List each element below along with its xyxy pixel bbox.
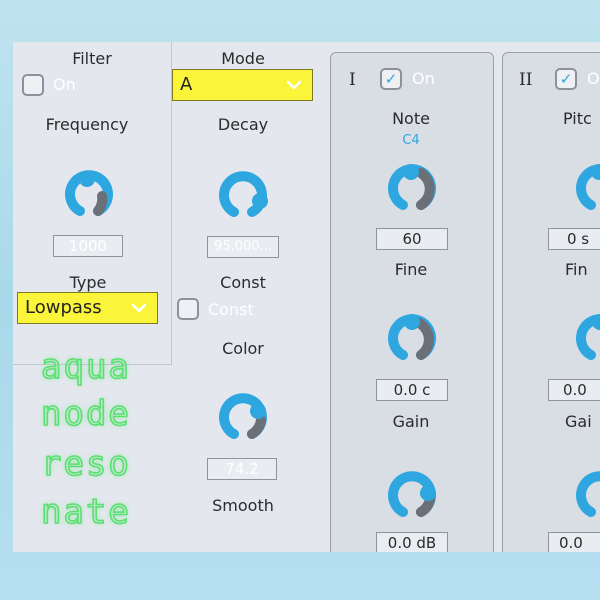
frequency-label: Frequency	[45, 115, 129, 134]
mode-dropdown[interactable]: A	[172, 69, 313, 101]
plugin-panel: Filter On Frequency 1000 Type Lowpass Mo…	[13, 42, 600, 552]
decay-value[interactable]: 95.000...	[207, 236, 279, 258]
pitch-knob-icon[interactable]	[575, 164, 600, 214]
gain-value[interactable]: 0.0 dB	[376, 532, 448, 552]
logo-line-aqua: aqua	[40, 346, 131, 388]
oscillator-1-numeral: I	[349, 70, 356, 90]
mode-value: A	[180, 74, 193, 95]
logo-line-reso: reso	[40, 443, 131, 485]
pitch-label: Pitc	[563, 109, 592, 128]
logo-line-nate: nate	[40, 491, 131, 533]
pitch-gain-value[interactable]: 0.0	[548, 532, 600, 552]
color-value[interactable]: 74.2	[207, 458, 277, 480]
oscillator-2-numeral: II	[519, 70, 533, 90]
pitch-fine-label: Fin	[565, 260, 588, 279]
note-knob-icon[interactable]	[387, 164, 437, 214]
decay-label: Decay	[217, 115, 269, 134]
pitch-gain-label: Gai	[565, 412, 592, 431]
note-label: Note	[392, 109, 430, 128]
oscillator-1-on-checkbox[interactable]: ✓	[380, 68, 402, 90]
oscillator-1-on-label: On	[412, 69, 435, 88]
note-readout: C4	[402, 133, 420, 148]
oscillator-2-section: II ✓ O Pitc 0 s Fin 0.0 Gai 0.0	[502, 52, 600, 552]
filter-on-label: On	[53, 75, 76, 94]
oscillator-2-on-checkbox[interactable]: ✓	[555, 68, 577, 90]
chevron-down-icon	[286, 80, 302, 90]
logo-line-node: node	[40, 393, 131, 435]
smooth-label: Smooth	[212, 496, 274, 515]
checkmark-icon: ✓	[384, 69, 398, 88]
checkmark-icon: ✓	[559, 69, 573, 88]
const-checkbox[interactable]	[177, 298, 199, 320]
oscillator-2-on-label: O	[587, 69, 600, 88]
mode-label: Mode	[221, 49, 265, 68]
type-label: Type	[69, 273, 107, 292]
pitch-value[interactable]: 0 s	[548, 228, 600, 250]
pitch-gain-knob-icon[interactable]	[575, 471, 600, 521]
color-knob-icon[interactable]	[218, 393, 268, 443]
gain-label: Gain	[392, 412, 430, 431]
gain-knob-icon[interactable]	[387, 471, 437, 521]
filter-title: Filter	[72, 49, 112, 68]
note-value[interactable]: 60	[376, 228, 448, 250]
frequency-value[interactable]: 1000	[53, 235, 123, 257]
fine-knob-icon[interactable]	[387, 314, 437, 364]
fine-label: Fine	[394, 260, 428, 279]
filter-type-dropdown[interactable]: Lowpass	[17, 292, 158, 324]
pitch-fine-knob-icon[interactable]	[575, 314, 600, 364]
chevron-down-icon	[131, 303, 147, 313]
filter-on-checkbox[interactable]	[22, 74, 44, 96]
color-label: Color	[222, 339, 264, 358]
decay-knob-icon[interactable]	[218, 171, 268, 221]
oscillator-1-section: I ✓ On Note C4 60 Fine 0.0 c Gain 0.0 dB	[330, 52, 494, 552]
filter-type-value: Lowpass	[25, 297, 102, 318]
pitch-fine-value[interactable]: 0.0	[548, 379, 600, 401]
frequency-knob-icon[interactable]	[64, 170, 114, 220]
const-checkbox-label: Const	[208, 300, 254, 319]
filter-section: Filter On Frequency 1000 Type Lowpass	[13, 42, 172, 365]
const-label: Const	[220, 273, 266, 292]
fine-value[interactable]: 0.0 c	[376, 379, 448, 401]
